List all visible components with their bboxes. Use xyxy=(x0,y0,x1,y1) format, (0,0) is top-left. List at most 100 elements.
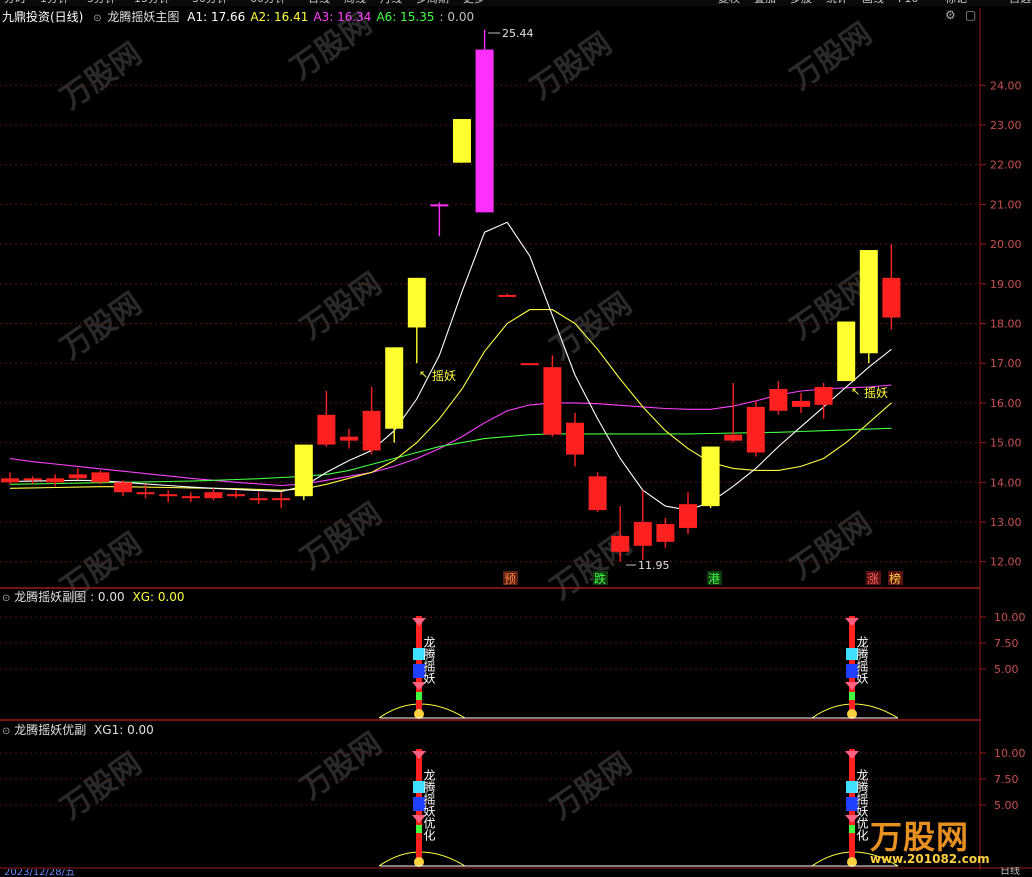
signal-label: 预 xyxy=(504,572,516,586)
y-tick-label: 16.00 xyxy=(990,397,1022,410)
y-tick-label: 20.00 xyxy=(990,238,1022,251)
candle-body xyxy=(430,204,449,207)
candle-body xyxy=(769,389,788,411)
stock-name[interactable]: 九鼎投资(日线) xyxy=(2,10,83,24)
ma-values: A1: 17.66 A2: 16.41 A3: 16.34 A6: 15.35 : 0.… xyxy=(187,10,479,24)
ma-value: A1: 17.66 xyxy=(187,10,246,24)
brand-url: www.201082.com xyxy=(870,852,990,866)
toolbar-button[interactable]: 画线 xyxy=(862,0,884,6)
watermark-text: 万股网 xyxy=(545,286,639,366)
watermark-text: 万股网 xyxy=(295,496,389,576)
candle-body xyxy=(633,522,652,546)
candle-body xyxy=(1,478,19,483)
diamond-icon xyxy=(412,751,426,759)
period-tab[interactable]: 日线 xyxy=(308,0,330,6)
vertical-text: 龙腾摇妖 xyxy=(422,636,436,685)
candle-body xyxy=(498,294,517,297)
candle-body xyxy=(249,498,268,501)
dropdown-icon[interactable]: ⊙ xyxy=(2,726,10,737)
dropdown-icon[interactable]: ⊙ xyxy=(2,593,10,604)
y-tick-label: 7.50 xyxy=(994,773,1019,786)
y-tick-label: 14.00 xyxy=(990,476,1022,489)
candle-body xyxy=(340,436,358,441)
y-tick-label: 5.00 xyxy=(994,663,1019,676)
green-marker xyxy=(849,692,855,700)
close-icon[interactable]: ▢ xyxy=(965,8,976,22)
y-tick-label: 17.00 xyxy=(990,357,1022,370)
candle-body xyxy=(362,410,381,451)
candle-body xyxy=(837,321,856,382)
period-tab[interactable]: 周线 xyxy=(344,0,366,6)
toolbar-button[interactable]: 自选 xyxy=(1009,0,1031,6)
toolbar-button[interactable]: 多股 xyxy=(790,0,812,6)
sub2-header: ⊙ 龙腾摇妖优副 XG1: 0.00 xyxy=(2,722,154,738)
watermark-text: 万股网 xyxy=(525,26,619,106)
candle-body xyxy=(453,119,471,163)
vertical-text: 龙腾摇妖优化 xyxy=(422,769,436,842)
period-tab[interactable]: 30分钟 xyxy=(192,0,228,6)
ma-value: A3: 16.34 xyxy=(313,10,372,24)
watermark-text: 万股网 xyxy=(545,746,639,826)
candle-body xyxy=(792,400,810,407)
toolbar-button[interactable]: 复权 xyxy=(718,0,740,6)
dropdown-icon[interactable]: ⊙ xyxy=(93,13,101,24)
period-tab[interactable]: 月线 xyxy=(380,0,402,6)
candle-body xyxy=(520,363,539,366)
candle-body xyxy=(701,446,720,507)
candle-body xyxy=(859,250,878,354)
toolbar-button[interactable]: 叠加 xyxy=(754,0,776,6)
indicator-name[interactable]: 龙腾摇妖主图 xyxy=(107,10,179,24)
candle-body xyxy=(204,492,223,499)
settings-icon[interactable]: ⚙ xyxy=(945,8,956,22)
watermark-text: 万股网 xyxy=(55,286,149,366)
period-tab[interactable]: 15分钟 xyxy=(134,0,170,6)
candle-body xyxy=(543,367,562,435)
sub1-title[interactable]: 龙腾摇妖副图 xyxy=(14,590,86,604)
toolbar-button[interactable]: F10 xyxy=(898,0,918,6)
y-tick-label: 13.00 xyxy=(990,516,1022,529)
period-tab[interactable]: 60分钟 xyxy=(250,0,286,6)
annotation-label: 摇妖 xyxy=(432,369,456,383)
candle-body xyxy=(114,482,132,493)
candle-body xyxy=(882,277,901,318)
period-tab[interactable]: 1分钟 xyxy=(40,0,69,6)
period-tab[interactable]: 多周期 xyxy=(416,0,449,6)
sub1-values: : 0.00 xyxy=(90,590,125,604)
toolbar-button[interactable]: - xyxy=(981,0,985,6)
toolbar-button[interactable]: 统计 xyxy=(826,0,848,6)
y-tick-label: 18.00 xyxy=(990,318,1022,331)
sub2-title[interactable]: 龙腾摇妖优副 xyxy=(14,723,86,737)
toolbar-button[interactable]: 标记 xyxy=(945,0,967,6)
candle-body xyxy=(227,494,245,497)
y-tick-label: 10.00 xyxy=(994,611,1026,624)
diamond-icon xyxy=(845,618,859,626)
ma-a1-line xyxy=(9,221,892,511)
watermark-text: 万股网 xyxy=(785,16,879,96)
candle-body xyxy=(272,498,291,501)
bottom-date: 2023/12/28/五 xyxy=(4,869,76,877)
ma-value: : 0.00 xyxy=(439,10,475,24)
sub2-xg: XG1: 0.00 xyxy=(94,723,154,737)
vertical-text: 龙腾摇妖优化 xyxy=(855,769,869,842)
period-tab[interactable]: 更多 xyxy=(463,0,485,6)
period-tab[interactable]: 分时 xyxy=(4,0,26,6)
low-marker: 11.95 xyxy=(626,559,670,572)
annotation-arrow: ↖ xyxy=(851,385,860,398)
high-marker: 25.44 xyxy=(488,27,534,40)
y-tick-label: 23.00 xyxy=(990,119,1022,132)
candle-body xyxy=(68,474,87,479)
candle-body xyxy=(317,414,336,445)
y-tick-label: 12.00 xyxy=(990,556,1022,569)
candle-body xyxy=(46,478,65,483)
ma-value: A6: 15.35 xyxy=(376,10,435,24)
y-tick-label: 21.00 xyxy=(990,198,1022,211)
signal-label: 跌 xyxy=(594,571,606,586)
bottom-period-label[interactable]: 日线 xyxy=(1000,867,1020,877)
candle-body xyxy=(294,444,313,497)
ma-value: A2: 16.41 xyxy=(250,10,309,24)
y-tick-label: 19.00 xyxy=(990,278,1022,291)
signal-label: 港 xyxy=(708,572,720,586)
y-axis-ticks: 24.00 23.00 22.00 21.00 20.00 19.00 18.00 17.00… xyxy=(980,79,1022,569)
period-tab[interactable]: 5分钟 xyxy=(87,0,116,6)
period-toolbar: 分时 1分钟 5分钟 15分钟 30分钟 60分钟 日线 周线 月线 多周期 更多 复权 叠加 多股 统计 画… xyxy=(0,0,1032,6)
